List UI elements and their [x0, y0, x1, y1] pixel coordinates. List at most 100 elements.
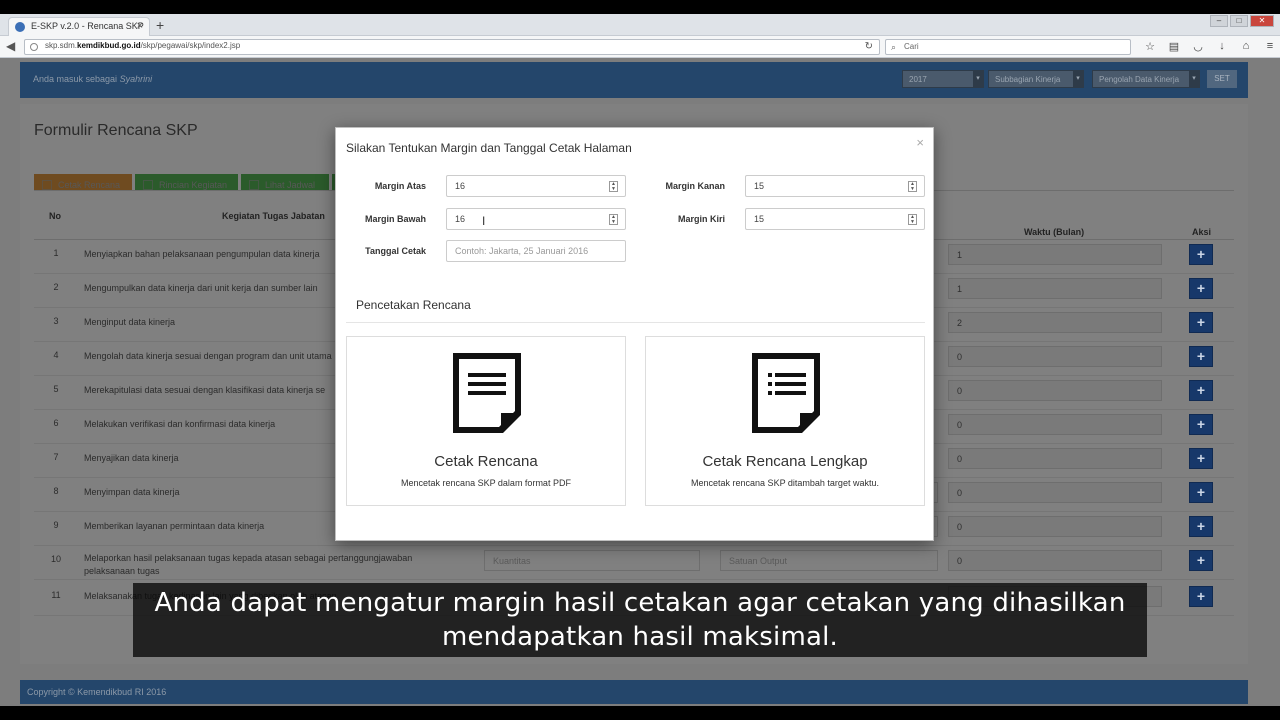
margin-atas-input[interactable]: 16 ▲ ▼: [446, 175, 626, 197]
waktu-input[interactable]: 1: [948, 244, 1162, 265]
waktu-input[interactable]: 2: [948, 312, 1162, 333]
window-close-icon[interactable]: ✕: [1250, 15, 1274, 27]
set-button[interactable]: SET: [1207, 70, 1237, 88]
margin-kanan-label: Margin Kanan: [665, 181, 725, 191]
add-button[interactable]: +: [1189, 414, 1213, 435]
subtitle-line-2: mendapatkan hasil maksimal.: [441, 622, 839, 652]
waktu-input[interactable]: 0: [948, 414, 1162, 435]
add-button[interactable]: +: [1189, 346, 1213, 367]
waktu-input[interactable]: 0: [948, 448, 1162, 469]
row-number: 11: [51, 590, 61, 600]
search-icon: ⌕: [891, 42, 897, 52]
cetak-rencana-card[interactable]: Cetak Rencana Mencetak rencana SKP dalam…: [346, 336, 626, 506]
divider: [346, 322, 925, 323]
row-number: 10: [50, 554, 61, 564]
tanggal-cetak-input[interactable]: Contoh: Jakarta, 25 Januari 2016: [446, 240, 626, 262]
button-label: Lihat Jadwal: [265, 180, 316, 190]
margin-atas-value: 16: [455, 181, 466, 191]
margin-kanan-input[interactable]: 15 ▲ ▼: [745, 175, 925, 197]
address-bar[interactable]: skp.sdm.kemdikbud.go.id/skp/pegawai/skp/…: [24, 39, 880, 55]
search-placeholder: Cari: [904, 42, 919, 51]
section-title: Pencetakan Rencana: [356, 298, 471, 312]
waktu-input[interactable]: 1: [948, 278, 1162, 299]
bookmark-star-icon[interactable]: ☆: [1138, 40, 1162, 53]
header-waktu: Waktu (Bulan): [1024, 227, 1085, 237]
file-icon: [42, 180, 52, 190]
margin-kiri-value: 15: [754, 214, 765, 224]
add-button[interactable]: +: [1189, 278, 1213, 299]
waktu-input[interactable]: 0: [948, 380, 1162, 401]
spinner-icon[interactable]: ▲ ▼: [908, 214, 917, 225]
row-number: 4: [53, 350, 59, 360]
text-cursor-icon: I: [482, 214, 486, 228]
kuantitas-input[interactable]: Kuantitas: [484, 550, 700, 571]
row-number: 9: [53, 520, 59, 530]
section-select[interactable]: Pengolah Data Kinerja ▾: [1092, 70, 1200, 88]
list-icon: [143, 180, 153, 190]
url-prefix: skp.sdm.: [45, 41, 78, 50]
browser-tab[interactable]: E-SKP v.2.0 - Rencana SKP ×: [8, 17, 150, 36]
unit-select[interactable]: Subbagian Kinerja ▾: [988, 70, 1084, 88]
add-button[interactable]: +: [1189, 586, 1213, 607]
add-button[interactable]: +: [1189, 380, 1213, 401]
search-box[interactable]: ⌕ Cari: [885, 39, 1131, 55]
add-button[interactable]: +: [1189, 516, 1213, 537]
download-icon[interactable]: ↓: [1210, 40, 1234, 53]
back-icon[interactable]: ◀: [6, 39, 15, 53]
row-number: 8: [53, 486, 59, 496]
add-button[interactable]: +: [1189, 312, 1213, 333]
maximize-icon[interactable]: □: [1230, 15, 1248, 27]
subtitle-line-1: Anda dapat mengatur margin hasil cetakan…: [154, 588, 1126, 618]
site-info-icon[interactable]: [30, 43, 38, 51]
document-icon: [453, 353, 521, 433]
unit-value: Subbagian Kinerja: [995, 75, 1061, 84]
cetak-rencana-lengkap-card[interactable]: Cetak Rencana Lengkap Mencetak rencana S…: [645, 336, 925, 506]
row-number: 5: [53, 384, 59, 394]
chevron-down-icon: ▾: [973, 71, 983, 87]
row-number: 7: [53, 452, 59, 462]
row-number: 1: [53, 248, 59, 258]
margin-kiri-label: Margin Kiri: [677, 214, 725, 224]
chevron-down-icon: ▾: [1189, 71, 1199, 87]
spinner-icon[interactable]: ▲ ▼: [609, 214, 618, 225]
pocket-icon[interactable]: ◡: [1186, 40, 1210, 53]
document-list-icon: [752, 353, 820, 433]
satuan-output-input[interactable]: Satuan Output: [720, 550, 938, 571]
margin-bawah-label: Margin Bawah: [364, 214, 426, 224]
footer: Copyright © Kemendikbud RI 2016: [20, 680, 1248, 704]
close-icon[interactable]: ×: [916, 135, 924, 150]
year-select[interactable]: 2017 ▾: [902, 70, 984, 88]
waktu-input[interactable]: 0: [948, 516, 1162, 537]
calendar-icon: [249, 180, 259, 190]
new-tab-icon[interactable]: +: [156, 17, 164, 33]
header-aksi: Aksi: [1192, 227, 1212, 237]
reload-icon[interactable]: ↻: [865, 41, 873, 52]
waktu-input[interactable]: 0: [948, 346, 1162, 367]
home-icon[interactable]: ⌂: [1234, 40, 1258, 53]
section-value: Pengolah Data Kinerja: [1099, 75, 1180, 84]
waktu-input[interactable]: 0: [948, 550, 1162, 571]
minimize-icon[interactable]: –: [1210, 15, 1228, 27]
tanggal-cetak-label: Tanggal Cetak: [365, 246, 426, 256]
bookmarks-list-icon[interactable]: ▤: [1162, 40, 1186, 53]
add-button[interactable]: +: [1189, 448, 1213, 469]
menu-icon[interactable]: ≡: [1258, 40, 1280, 53]
spinner-icon[interactable]: ▲ ▼: [609, 181, 618, 192]
margin-atas-label: Margin Atas: [374, 181, 426, 191]
add-button[interactable]: +: [1189, 550, 1213, 571]
url-domain: kemdikbud.go.id: [77, 41, 141, 50]
add-button[interactable]: +: [1189, 482, 1213, 503]
spinner-icon[interactable]: ▲ ▼: [908, 181, 917, 192]
row-number: 6: [53, 418, 59, 428]
add-button[interactable]: +: [1189, 244, 1213, 265]
close-tab-icon[interactable]: ×: [137, 20, 143, 32]
header-no: No: [49, 211, 61, 221]
navigation-bar: ◀ skp.sdm.kemdikbud.go.id/skp/pegawai/sk…: [0, 36, 1280, 58]
chevron-down-icon: ▾: [1073, 71, 1083, 87]
user-name: Syahrini: [119, 74, 153, 84]
margin-bawah-input[interactable]: 16 ▲ ▼: [446, 208, 626, 230]
tab-bar: E-SKP v.2.0 - Rencana SKP × + – □ ✕: [0, 14, 1280, 36]
waktu-input[interactable]: 0: [948, 482, 1162, 503]
margin-kiri-input[interactable]: 15 ▲ ▼: [745, 208, 925, 230]
print-settings-modal: Silakan Tentukan Margin dan Tanggal Ceta…: [335, 127, 934, 541]
